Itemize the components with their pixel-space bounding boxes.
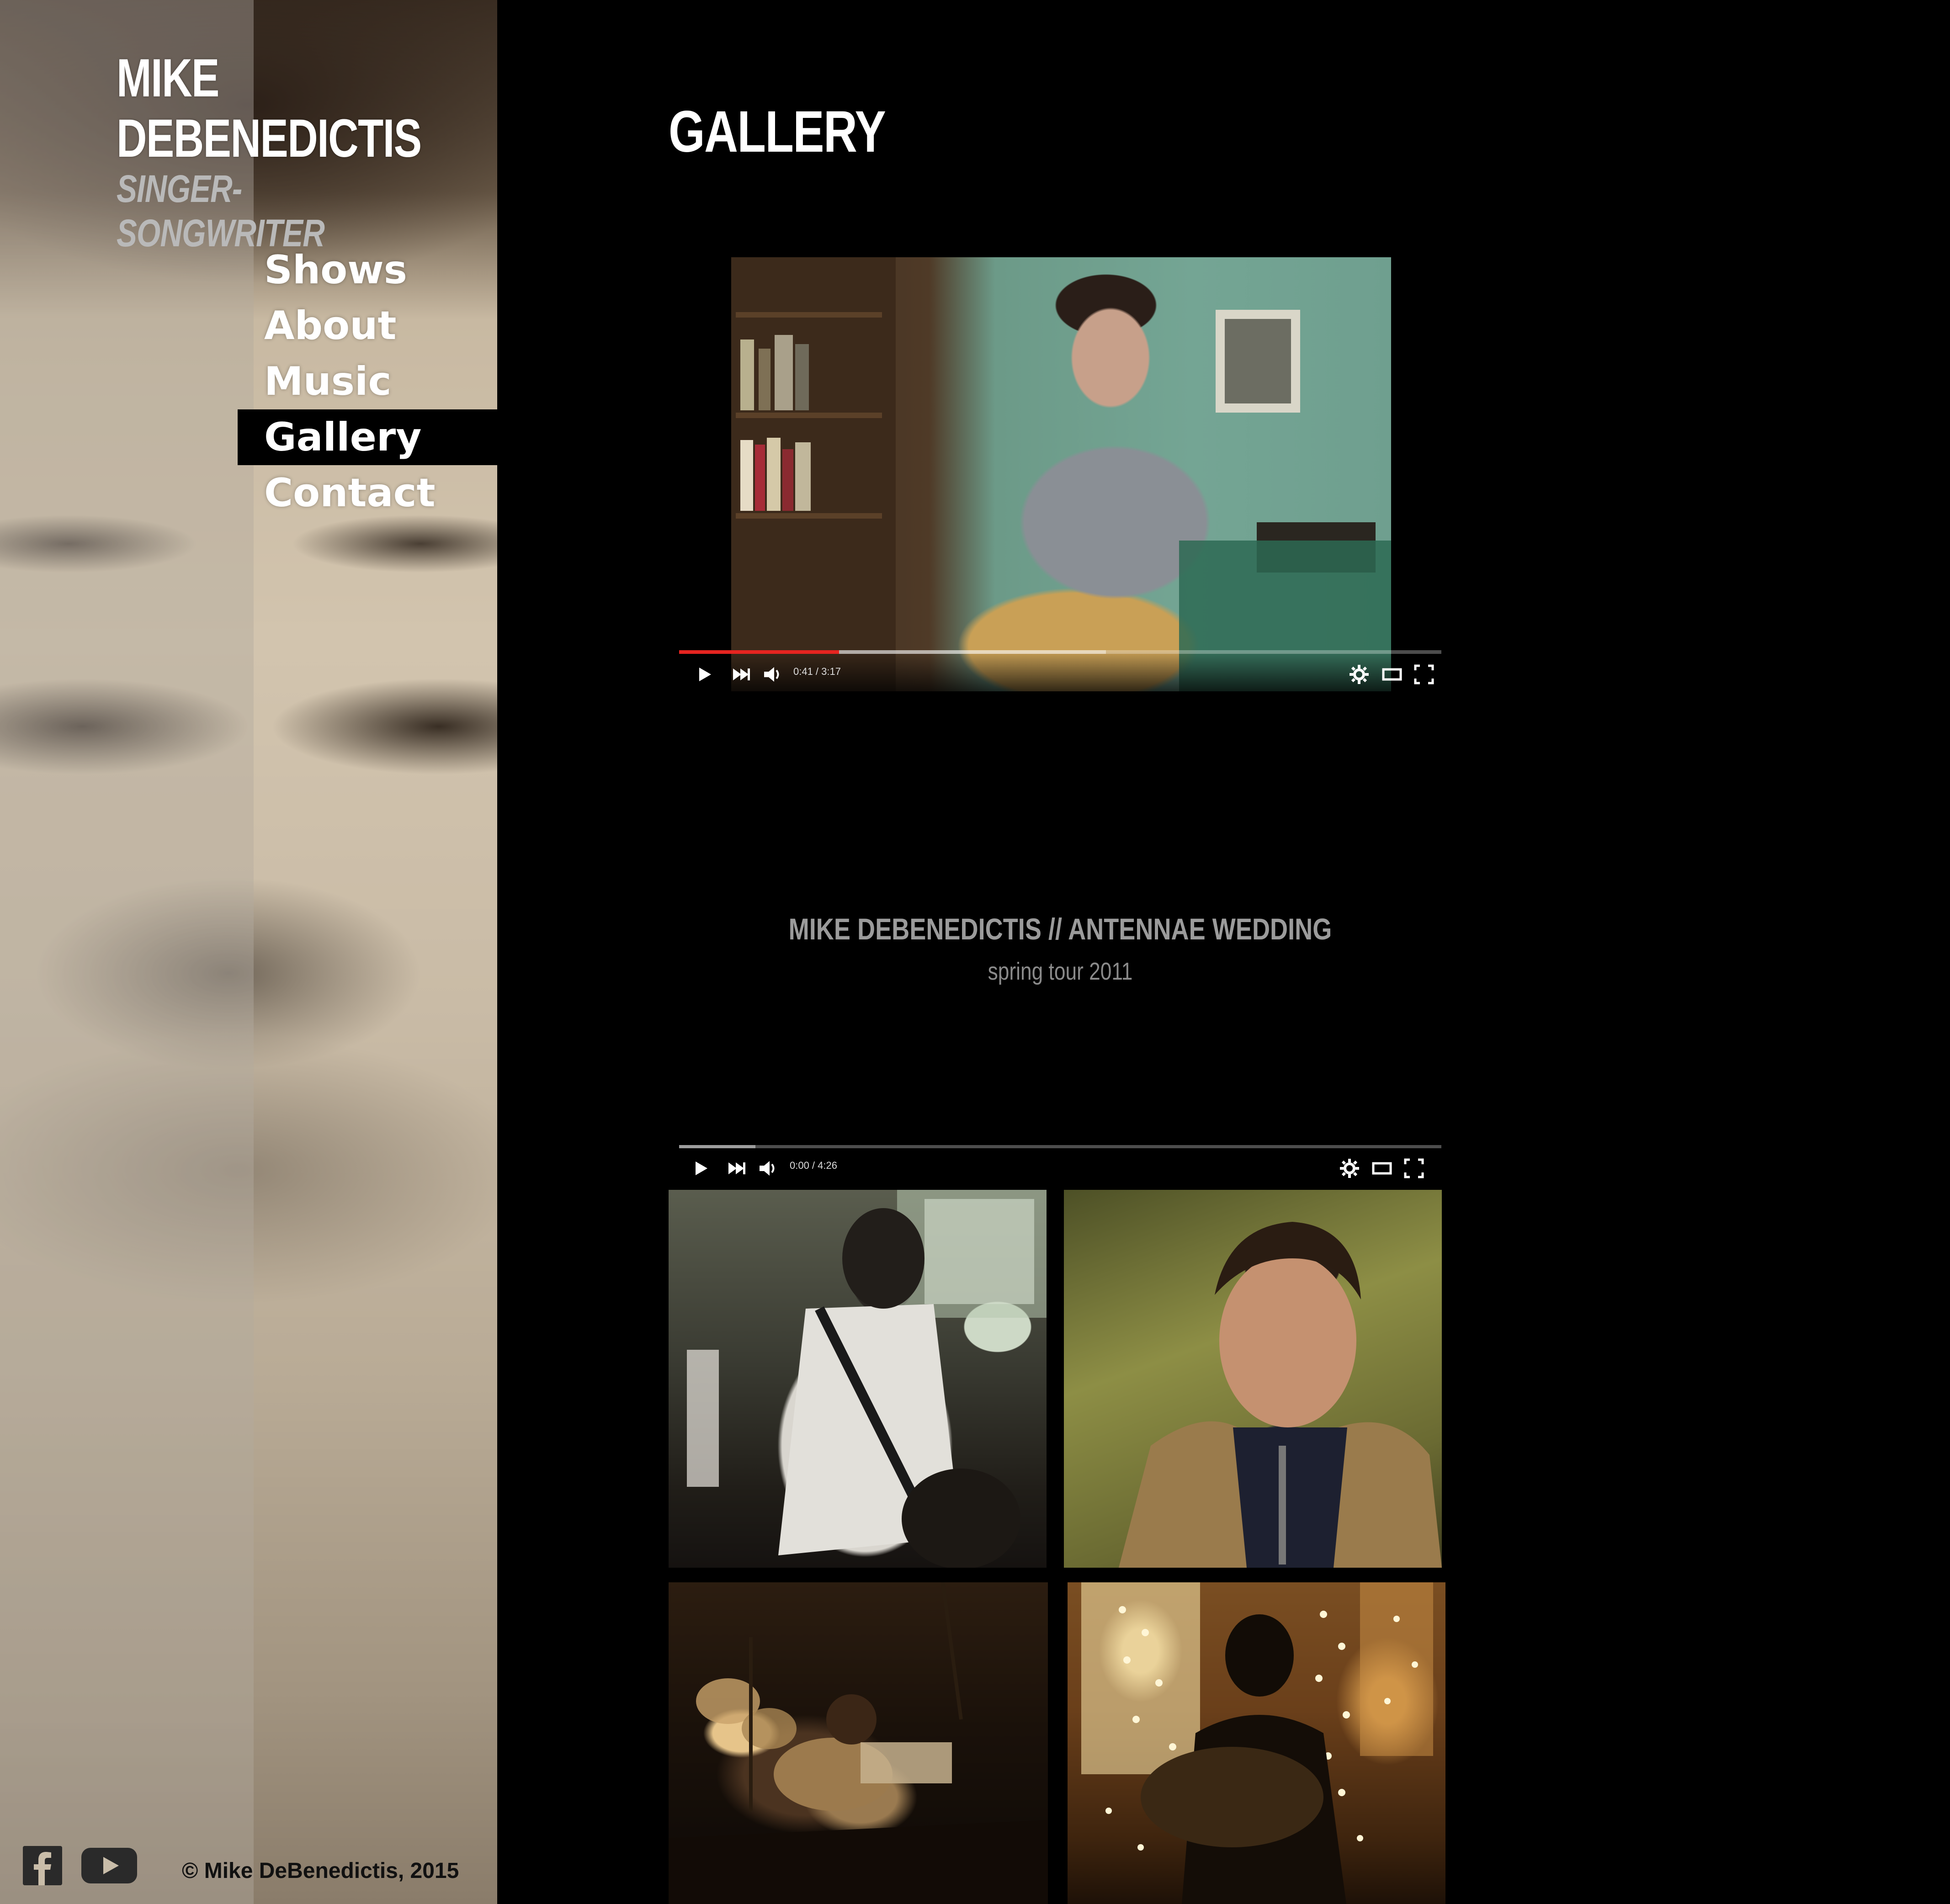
settings-icon[interactable]: [1348, 663, 1371, 686]
nav-item-shows[interactable]: Shows: [238, 242, 497, 298]
video-1-progress-played: [679, 650, 840, 654]
theater-mode-icon[interactable]: [1381, 663, 1403, 686]
video-1-control-bar: 0:41 / 3:17: [679, 650, 1441, 691]
play-icon[interactable]: [693, 663, 716, 686]
photo-4-image: [1081, 1582, 1433, 1904]
photo-1-image: [687, 1190, 1047, 1568]
theater-mode-icon[interactable]: [1371, 1157, 1393, 1180]
volume-icon[interactable]: [761, 663, 784, 686]
fullscreen-icon[interactable]: [1413, 663, 1435, 686]
next-icon[interactable]: [729, 663, 752, 686]
volume-icon[interactable]: [757, 1157, 780, 1180]
photo-2-image: [1119, 1222, 1442, 1568]
gallery-photo-1[interactable]: [669, 1190, 1047, 1568]
gallery-photo-4[interactable]: [1068, 1582, 1445, 1904]
video-2-subtitle: spring tour 2011: [988, 958, 1133, 985]
nav-item-contact[interactable]: Contact: [238, 465, 497, 521]
copyright-text: © Mike DeBenedictis, 2015: [182, 1859, 459, 1883]
video-player-1[interactable]: 0:41 / 3:17: [679, 257, 1441, 691]
video-1-time: 0:41 / 3:17: [793, 666, 841, 677]
settings-icon[interactable]: [1338, 1157, 1361, 1180]
video-player-2[interactable]: MIKE DEBENEDICTIS // ANTENNAE WEDDING sp…: [679, 731, 1441, 1183]
gallery-photo-3[interactable]: [669, 1582, 1048, 1904]
video-2-control-bar: 0:00 / 4:26: [679, 1133, 1441, 1183]
gallery-photo-2[interactable]: [1064, 1190, 1442, 1568]
site-name-line2: DEBENEDICTIS: [117, 108, 422, 169]
page-title: GALLERY: [669, 99, 886, 164]
nav-item-gallery[interactable]: Gallery: [238, 409, 497, 465]
photo-3-image: [669, 1582, 1048, 1904]
site-name[interactable]: MIKE DEBENEDICTIS: [117, 48, 422, 169]
video-2-progress-loaded: [679, 1145, 755, 1148]
facebook-icon[interactable]: [23, 1846, 62, 1885]
next-icon[interactable]: [725, 1157, 748, 1180]
video-1-progress-bar[interactable]: [679, 650, 1441, 654]
sidebar-photo-overlay-tint: [0, 0, 254, 1904]
video-2-time: 0:00 / 4:26: [790, 1160, 837, 1171]
main-nav: Shows About Music Gallery Contact: [238, 242, 497, 521]
youtube-icon[interactable]: [81, 1846, 137, 1885]
nav-item-music[interactable]: Music: [238, 354, 497, 409]
play-icon[interactable]: [689, 1157, 712, 1180]
video-1-scene: [731, 257, 1391, 691]
site-name-line1: MIKE: [117, 48, 219, 108]
fullscreen-icon[interactable]: [1403, 1157, 1425, 1180]
video-1-thumbnail[interactable]: [731, 257, 1391, 691]
video-2-title: MIKE DEBENEDICTIS // ANTENNAE WEDDING: [788, 912, 1332, 946]
nav-item-about[interactable]: About: [238, 298, 497, 354]
sidebar: MIKE DEBENEDICTIS SINGER-SONGWRITER Show…: [0, 0, 497, 1904]
video-2-progress-bar[interactable]: [679, 1145, 1441, 1148]
